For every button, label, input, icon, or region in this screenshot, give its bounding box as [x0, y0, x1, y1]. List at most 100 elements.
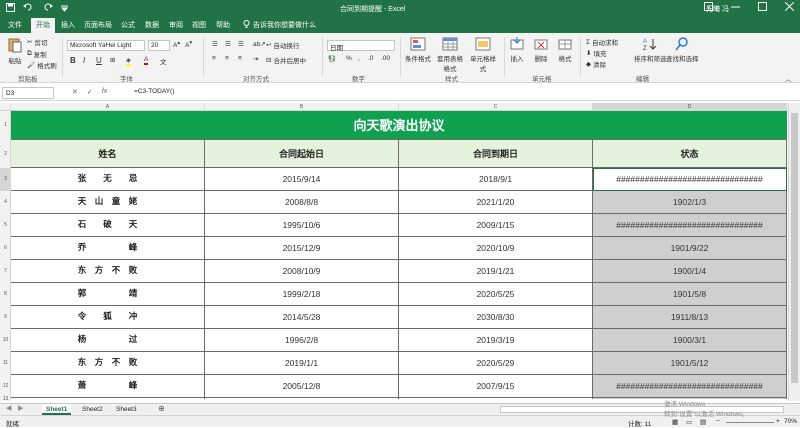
copy-button[interactable]: ⧉ 复制 [27, 49, 47, 59]
cell-status[interactable]: 1901/9/22 [593, 237, 787, 260]
paste-button[interactable]: 粘贴 [7, 37, 23, 65]
decrease-decimal-button[interactable]: .00 [381, 55, 390, 62]
bold-button[interactable]: B [70, 56, 76, 65]
cell-start[interactable]: 1996/2/8 [205, 329, 399, 352]
row-header[interactable]: 6 [0, 237, 11, 260]
cell-start[interactable]: 2008/10/9 [205, 260, 399, 283]
page-break-view-icon[interactable]: ▤ [700, 418, 706, 426]
fill-button[interactable]: ⬇ 填充 [586, 48, 606, 58]
font-color-button[interactable]: A [144, 56, 149, 65]
conditional-format-button[interactable]: 条件格式 [404, 37, 432, 63]
font-name-select[interactable]: Microsoft YaHei Light [67, 40, 145, 51]
cell-status[interactable]: ############################### [593, 168, 787, 191]
cell-end[interactable]: 2021/1/20 [399, 191, 593, 214]
minimize-icon[interactable] [731, 2, 740, 13]
zoom-in-icon[interactable]: + [776, 418, 780, 425]
accounting-format-button[interactable]: 💱 [328, 55, 336, 63]
column-header[interactable]: A [11, 103, 205, 111]
sort-filter-button[interactable]: AZ 排序和筛选 [634, 37, 667, 63]
align-middle-button[interactable]: ☰ [225, 40, 231, 48]
sheet-tab[interactable]: Sheet3 [112, 404, 141, 415]
select-all-corner[interactable] [0, 103, 11, 111]
row-header[interactable]: 3 [0, 168, 11, 191]
orientation-button[interactable]: ab↗ [253, 40, 266, 48]
vertical-scrollbar[interactable] [788, 103, 800, 401]
redo-icon[interactable] [42, 3, 53, 14]
font-size-select[interactable]: 20 [148, 40, 170, 51]
indent-button[interactable]: ⇥ [253, 55, 258, 63]
header-end-date[interactable]: 合同到期日 [399, 140, 593, 168]
prev-sheet-icon[interactable]: ◀ [6, 404, 11, 412]
header-start-date[interactable]: 合同起始日 [205, 140, 399, 168]
autosum-button[interactable]: Σ 自动求和 [586, 37, 618, 48]
page-layout-view-icon[interactable]: ▭ [686, 418, 692, 426]
cell-name[interactable]: 张 无 忌 [11, 168, 205, 191]
tab-review[interactable]: 审阅 [169, 20, 183, 30]
cell-end[interactable]: 2030/8/30 [399, 306, 593, 329]
cell-end[interactable]: 2020/5/29 [399, 352, 593, 375]
column-header[interactable]: C [399, 103, 593, 111]
merge-center-button[interactable]: ⊟ 合并后居中 [266, 55, 306, 65]
cell-status[interactable]: 1901/5/8 [593, 283, 787, 306]
cell-start[interactable]: 1999/2/18 [205, 283, 399, 306]
row-header[interactable]: 7 [0, 260, 11, 283]
align-bottom-button[interactable]: ☰ [238, 40, 244, 48]
cell-status[interactable]: 1901/5/12 [593, 352, 787, 375]
cell-status[interactable]: 1911/8/13 [593, 306, 787, 329]
align-left-button[interactable]: ≡ [212, 55, 216, 62]
tell-me-box[interactable]: 告诉我你想要做什么 [243, 20, 316, 30]
number-format-select[interactable]: 日期 [327, 40, 395, 52]
cell-name[interactable]: 东 方 不 败 [11, 260, 205, 283]
row-header[interactable]: 10 [0, 329, 11, 352]
comma-button[interactable]: , [358, 55, 360, 62]
cell-status[interactable]: 1902/1/3 [593, 191, 787, 214]
ribbon-display-icon[interactable] [704, 2, 713, 13]
clear-button[interactable]: ◆ 清除 [586, 59, 606, 69]
table-title[interactable]: 向天歌演出协议 [11, 111, 787, 140]
tab-insert[interactable]: 插入 [61, 20, 75, 30]
cell-name[interactable]: 令 狐 冲 [11, 306, 205, 329]
cell-end[interactable]: 2020/5/25 [399, 283, 593, 306]
zoom-slider[interactable] [726, 422, 774, 423]
tab-page-layout[interactable]: 页面布局 [84, 20, 112, 30]
format-as-table-button[interactable]: 套用表格格式 [436, 37, 464, 73]
header-name[interactable]: 姓名 [11, 140, 205, 168]
cell-start[interactable]: 2015/12/9 [205, 237, 399, 260]
italic-button[interactable]: I [83, 56, 85, 65]
cell-start[interactable]: 2008/8/8 [205, 191, 399, 214]
column-header[interactable]: B [205, 103, 399, 111]
tab-view[interactable]: 视图 [192, 20, 206, 30]
cell-start[interactable]: 2019/1/1 [205, 352, 399, 375]
row-header[interactable]: 5 [0, 214, 11, 237]
cell-start[interactable]: 1998/10/30 [205, 398, 399, 399]
customize-icon[interactable] [60, 3, 69, 14]
cell-status[interactable]: 1900/3/1 [593, 329, 787, 352]
cell-end[interactable]: 2020/10/9 [399, 237, 593, 260]
decrease-font-button[interactable]: A▾ [185, 40, 192, 49]
cell-name[interactable]: 乔 峰 [11, 237, 205, 260]
find-select-button[interactable]: 查找和选择 [666, 37, 699, 63]
cancel-icon[interactable]: ✕ [72, 88, 78, 96]
tab-data[interactable]: 数据 [145, 20, 159, 30]
cell-name[interactable]: 天 山 童 姥 [11, 191, 205, 214]
cell-status[interactable]: ############################### [593, 375, 787, 398]
cell-end[interactable]: 2019/3/19 [399, 329, 593, 352]
border-button[interactable]: ⊞ [110, 56, 115, 64]
cell-end[interactable]: 2019/1/21 [399, 260, 593, 283]
tab-file[interactable]: 文件 [8, 20, 22, 30]
add-sheet-icon[interactable]: ⊕ [158, 404, 165, 413]
fill-color-button[interactable]: ◈ [126, 56, 131, 66]
cell-name[interactable]: 杨 过 [11, 329, 205, 352]
row-header[interactable]: 8 [0, 283, 11, 306]
cell-name[interactable]: 东 方 不 败 [11, 352, 205, 375]
cell-name[interactable]: 石 破 天 [11, 214, 205, 237]
row-header[interactable]: 11 [0, 352, 11, 375]
header-status[interactable]: 状态 [593, 140, 787, 168]
cell-end[interactable]: 2007/9/15 [399, 375, 593, 398]
undo-icon[interactable] [23, 3, 34, 14]
row-header[interactable]: 4 [0, 191, 11, 214]
scroll-thumb[interactable] [791, 113, 798, 383]
percent-button[interactable]: % [346, 55, 352, 62]
row-header[interactable]: 2 [0, 140, 11, 168]
increase-decimal-button[interactable]: .0 [368, 55, 373, 62]
